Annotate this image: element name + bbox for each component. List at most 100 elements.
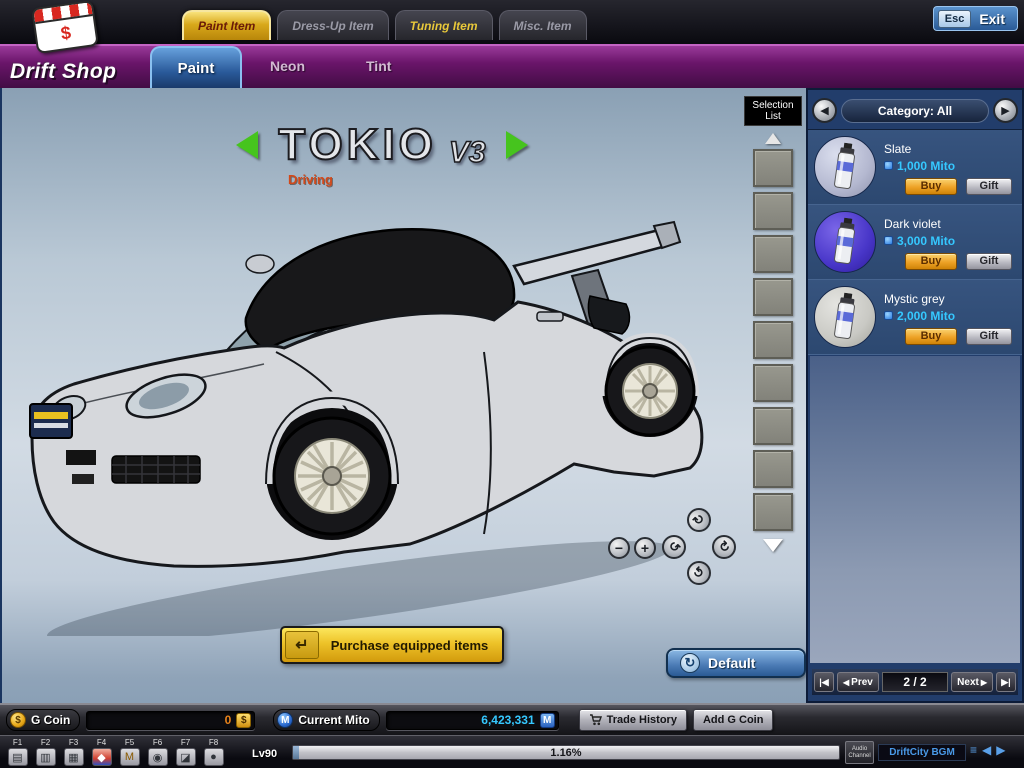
fkey-slot: F8 ● xyxy=(202,738,225,766)
purchase-equipped-button[interactable]: ↵ Purchase equipped items xyxy=(280,626,504,664)
buy-button[interactable]: Buy xyxy=(905,178,957,195)
rotate-down-button[interactable]: ↺ xyxy=(682,556,716,590)
selection-slot[interactable] xyxy=(753,493,793,531)
selection-scroll-down-button[interactable] xyxy=(763,539,783,552)
drift-shop-screen: Paint Item Dress-Up Item Tuning Item Mis… xyxy=(0,0,1024,768)
reset-icon: ↻ xyxy=(680,653,700,673)
buy-button[interactable]: Buy xyxy=(905,253,957,270)
car-name: TOKIO xyxy=(278,120,437,170)
fkey-shortcuts: F1 ▤ F2 ▥ F3 ▦ F4 ◆ F5 M F6 ◉ xyxy=(6,738,225,766)
next-page-button[interactable]: Next ▶ xyxy=(951,672,993,692)
selection-slot[interactable] xyxy=(753,149,793,187)
spray-can-icon xyxy=(831,292,859,343)
paint-swatch[interactable] xyxy=(814,211,876,273)
fkey-f8-icon[interactable]: ● xyxy=(204,748,224,766)
mito-currency-icon xyxy=(884,236,893,245)
item-price: 1,000 Mito xyxy=(897,159,955,173)
item-price: 3,000 Mito xyxy=(897,234,955,248)
add-gcoin-button[interactable]: Add G Coin xyxy=(693,709,774,731)
gcoin-icon: $ xyxy=(10,712,26,728)
buy-button[interactable]: Buy xyxy=(905,328,957,345)
selection-slots xyxy=(744,149,802,531)
paint-item-list: Slate 1,000 Mito Buy Gift xyxy=(808,129,1022,355)
tab-misc-item[interactable]: Misc. Item xyxy=(499,10,587,40)
list-item: Slate 1,000 Mito Buy Gift xyxy=(808,130,1022,205)
spray-can-icon xyxy=(831,217,859,268)
fkey-f6-icon[interactable]: ◉ xyxy=(148,748,168,766)
zoom-in-button[interactable]: + xyxy=(634,537,656,559)
fkey-f1-icon[interactable]: ▤ xyxy=(8,748,28,766)
prev-page-button[interactable]: ◀ Prev xyxy=(837,672,879,692)
category-next-button[interactable]: ▶ xyxy=(993,98,1018,123)
gcoin-value-box: 0 $ xyxy=(86,711,255,730)
selection-slot[interactable] xyxy=(753,235,793,273)
bgm-prev-icon[interactable]: ◀ xyxy=(982,743,991,757)
prev-car-arrow-button[interactable] xyxy=(236,131,258,159)
selection-scroll-up-button[interactable] xyxy=(765,133,781,144)
subtab-tint[interactable]: Tint xyxy=(366,58,391,74)
tab-paint-item[interactable]: Paint Item xyxy=(182,10,271,40)
level-label: Lv90 xyxy=(252,748,277,760)
wallet-bar: $ G Coin 0 $ M Current Mito 6,423,331 M … xyxy=(0,703,1024,735)
fkey-slot: F2 ▥ xyxy=(34,738,57,766)
paint-swatch[interactable] xyxy=(814,136,876,198)
bgm-track-label: DriftCity BGM xyxy=(878,744,966,761)
subtab-paint[interactable]: Paint xyxy=(150,46,242,88)
bgm-player-controls: ≡ ◀ ▶ xyxy=(970,743,1005,757)
gift-button[interactable]: Gift xyxy=(966,253,1012,270)
category-prev-button[interactable]: ◀ xyxy=(812,98,837,123)
selection-slot[interactable] xyxy=(753,407,793,445)
trade-history-button[interactable]: Trade History xyxy=(579,709,687,731)
item-price-row: 1,000 Mito xyxy=(884,159,1016,173)
zoom-out-button[interactable]: − xyxy=(608,537,630,559)
subtab-neon[interactable]: Neon xyxy=(270,58,305,74)
mito-label: Current Mito xyxy=(298,713,369,727)
fkey-f4-icon[interactable]: ◆ xyxy=(92,748,112,766)
item-buttons: Buy Gift xyxy=(884,328,1016,345)
item-info: Dark violet 3,000 Mito Buy Gift xyxy=(884,215,1016,270)
gcoin-label: G Coin xyxy=(31,713,70,727)
car-preview-area: TOKIO V3 Driving xyxy=(0,88,806,703)
selection-slot[interactable] xyxy=(753,450,793,488)
rotate-up-button[interactable]: ↻ xyxy=(682,503,716,537)
audio-channel-button[interactable]: Audio Channel xyxy=(845,741,874,764)
playlist-icon[interactable]: ≡ xyxy=(970,743,977,757)
fkey-f2-icon[interactable]: ▥ xyxy=(36,748,56,766)
tab-dressup-item[interactable]: Dress-Up Item xyxy=(277,10,388,40)
selection-slot[interactable] xyxy=(753,192,793,230)
shop-tabs: Paint Item Dress-Up Item Tuning Item Mis… xyxy=(182,10,587,40)
exit-button[interactable]: Esc Exit xyxy=(933,6,1018,31)
category-label[interactable]: Category: All xyxy=(841,99,989,123)
paint-swatch[interactable] xyxy=(814,286,876,348)
bgm-next-icon[interactable]: ▶ xyxy=(996,743,1005,757)
view-controls: − + ↻ ↺ ↻ ↺ xyxy=(600,500,760,595)
category-bar: ◀ Category: All ▶ xyxy=(808,90,1022,129)
car-state-label: Driving xyxy=(288,172,333,187)
gift-button[interactable]: Gift xyxy=(966,328,1012,345)
cart-icon xyxy=(589,714,602,726)
selection-slot[interactable] xyxy=(753,278,793,316)
item-price-row: 3,000 Mito xyxy=(884,234,1016,248)
sidebar-empty-area xyxy=(810,356,1020,663)
tab-tuning-item[interactable]: Tuning Item xyxy=(395,10,493,40)
item-buttons: Buy Gift xyxy=(884,178,1016,195)
rotate-left-button[interactable]: ↺ xyxy=(657,530,691,564)
selection-slot[interactable] xyxy=(753,364,793,402)
rotate-right-button[interactable]: ↻ xyxy=(707,530,741,564)
first-page-button[interactable]: |◀ xyxy=(814,672,834,692)
selection-list-header: Selection List xyxy=(744,96,802,126)
car-trim: V3 xyxy=(449,136,486,170)
fkey-f7-icon[interactable]: ◪ xyxy=(176,748,196,766)
item-name: Mystic grey xyxy=(884,292,1016,306)
fkey-f3-icon[interactable]: ▦ xyxy=(64,748,84,766)
item-buttons: Buy Gift xyxy=(884,253,1016,270)
selection-slot[interactable] xyxy=(753,321,793,359)
item-name: Dark violet xyxy=(884,217,1016,231)
logo-text: Drift Shop xyxy=(10,60,116,84)
next-car-arrow-button[interactable] xyxy=(506,131,528,159)
fkey-f5-icon[interactable]: M xyxy=(120,748,140,766)
gift-button[interactable]: Gift xyxy=(966,178,1012,195)
default-button[interactable]: ↻ Default xyxy=(666,648,806,678)
last-page-button[interactable]: ▶| xyxy=(996,672,1016,692)
gcoin-value: 0 xyxy=(93,713,231,727)
